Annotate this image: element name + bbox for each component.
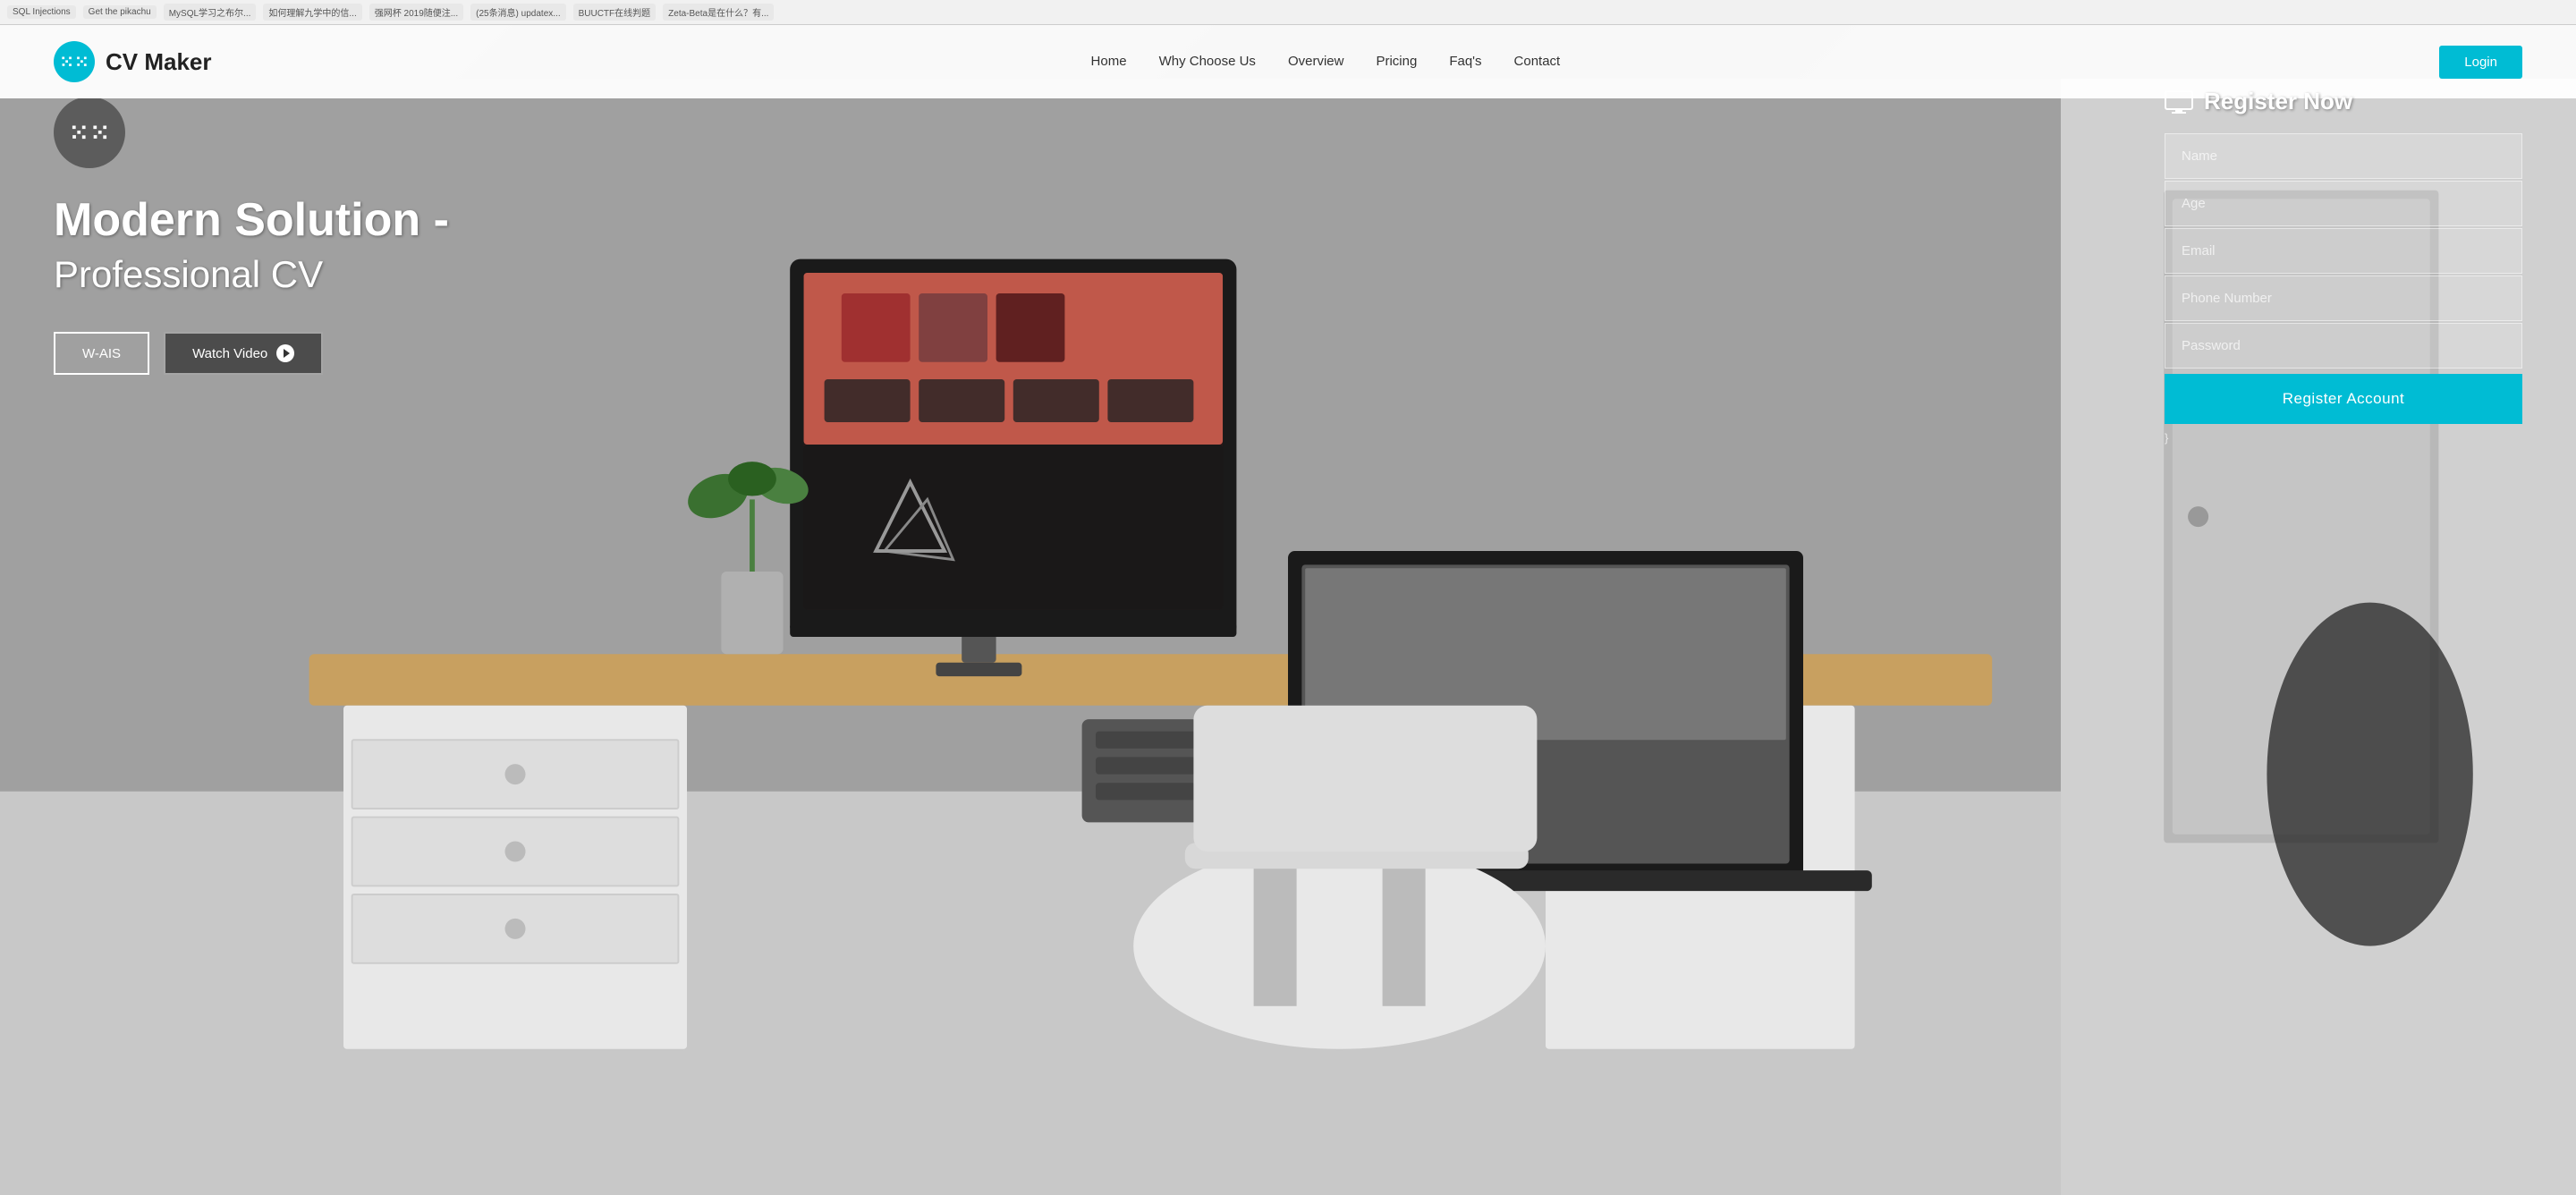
brand-logo: ⁙⁙ [54,41,95,82]
hero-content: ⁙⁙ Modern Solution - Professional CV W-A… [54,97,449,375]
blackberry-icon: ⁙⁙ [59,51,89,73]
watch-video-label: Watch Video [192,346,267,361]
nav-faqs[interactable]: Faq's [1449,54,1481,69]
tab-6[interactable]: (25条消息) updatex... [470,4,565,21]
register-title: Register Now [2165,88,2522,115]
tab-2[interactable]: Get the pikachu [83,5,157,19]
nav-contact[interactable]: Contact [1514,54,1561,69]
register-button[interactable]: Register Account [2165,374,2522,424]
brand-name: CV Maker [106,48,212,76]
hero-section: ⁙⁙ CV Maker Home Why Choose Us Overview … [0,25,2576,1195]
nav-links: Home Why Choose Us Overview Pricing Faq'… [1091,54,1561,70]
play-icon [276,344,294,362]
register-panel: Register Now Register Account } [2165,88,2522,445]
name-input[interactable] [2165,133,2522,179]
nav-why-choose-us[interactable]: Why Choose Us [1159,54,1256,69]
watch-video-button[interactable]: Watch Video [164,332,323,375]
hero-blackberry-icon: ⁙⁙ [69,118,111,148]
register-form: Register Account } [2165,133,2522,445]
monitor-icon [2165,90,2193,114]
browser-tab-bar: SQL Injections Get the pikachu MySQL学习之布… [0,0,2576,25]
password-input[interactable] [2165,323,2522,369]
email-input[interactable] [2165,228,2522,274]
age-row [2165,181,2522,226]
hero-buttons: W-AIS Watch Video [54,332,449,375]
tab-8[interactable]: Zeta-Beta是在什么？有... [663,4,774,21]
tab-1[interactable]: SQL Injections [7,5,76,19]
nav-pricing[interactable]: Pricing [1376,54,1417,69]
nav-overview[interactable]: Overview [1288,54,1344,69]
hero-title: Modern Solution - [54,195,449,246]
register-title-text: Register Now [2204,88,2352,115]
form-note: } [2165,431,2522,445]
hero-subtitle: Professional CV [54,253,449,296]
login-button[interactable]: Login [2439,46,2522,79]
wais-button[interactable]: W-AIS [54,332,149,375]
tab-4[interactable]: 如何理解九学中的信... [263,4,361,21]
nav-home[interactable]: Home [1091,54,1127,69]
phone-input[interactable] [2165,275,2522,321]
age-input[interactable] [2165,181,2522,226]
tab-5[interactable]: 强网杯 2019随便注... [369,4,463,21]
hero-logo-circle: ⁙⁙ [54,97,125,168]
tab-3[interactable]: MySQL学习之布尔... [164,4,257,21]
tab-7[interactable]: BUUCTF在线判题 [573,4,657,21]
brand: ⁙⁙ CV Maker [54,41,212,82]
